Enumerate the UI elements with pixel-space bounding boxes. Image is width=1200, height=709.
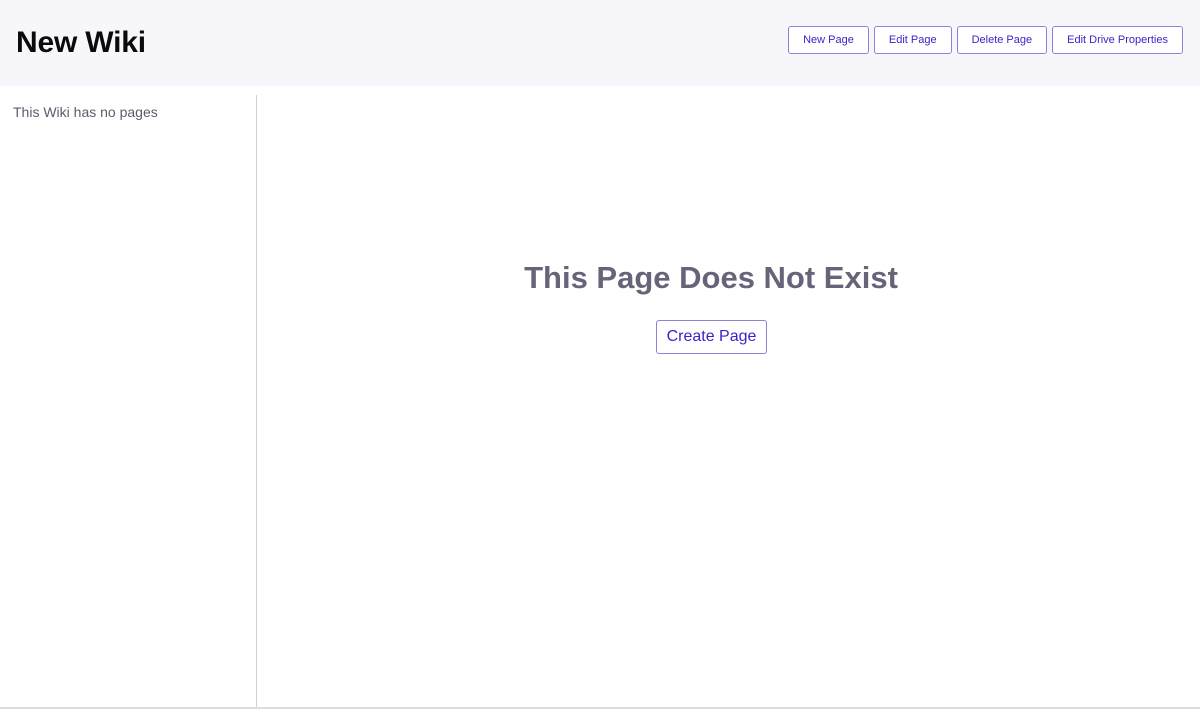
wiki-title: New Wiki [16,26,146,59]
wiki-header: New Wiki New Page Edit Page Delete Page … [0,0,1200,86]
wiki-app: New Wiki New Page Edit Page Delete Page … [0,0,1200,709]
edit-page-button[interactable]: Edit Page [873,26,952,54]
edit-drive-properties-button[interactable]: Edit Drive Properties [1052,26,1183,54]
page-missing-heading: This Page Does Not Exist [524,260,898,295]
new-page-button[interactable]: New Page [788,26,869,54]
page-list-sidebar: This Wiki has no pages [0,95,257,707]
create-page-button[interactable]: Create Page [656,320,767,354]
wiki-toolbar: New Page Edit Page Delete Page Edit Driv… [788,26,1183,54]
delete-page-button[interactable]: Delete Page [956,26,1048,54]
empty-pages-message: This Wiki has no pages [13,104,158,120]
page-content: This Page Does Not Exist Create Page [258,95,1200,707]
